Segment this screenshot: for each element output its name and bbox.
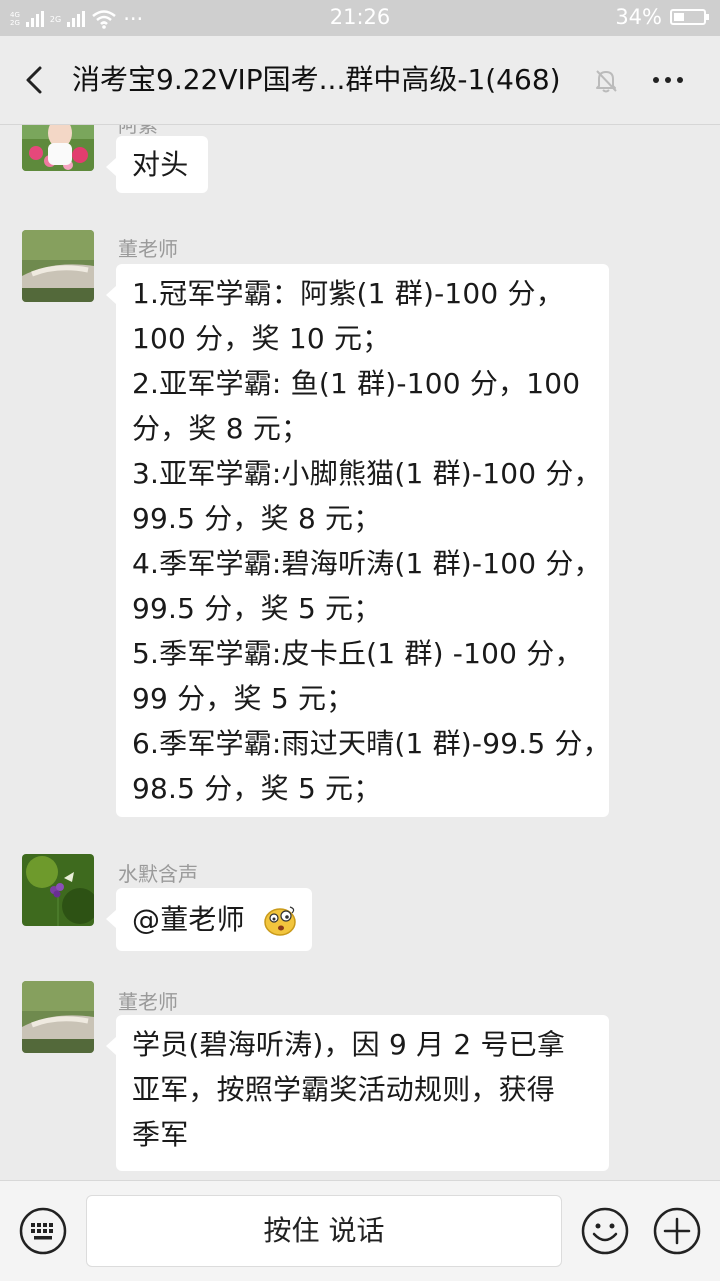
message-bubble[interactable]: @董老师 — [106, 888, 312, 951]
keyboard-icon[interactable] — [18, 1206, 68, 1256]
avatar-dong-laoshi[interactable] — [22, 981, 94, 1053]
message-line: 2.亚军学霸: 鱼(1 群)-100 分，100 — [132, 367, 581, 400]
sender-name: 水默含声 — [118, 862, 198, 886]
message-line: 分，奖 8 元； — [132, 412, 310, 445]
message-line: 季军 — [132, 1118, 189, 1151]
status-bar: 4G 2G 2G ··· 21:26 34% — [0, 0, 720, 36]
avatar-azi[interactable] — [22, 125, 94, 171]
chat-title: 消考宝9.22VIP国考...群中高级-1(468) — [72, 63, 561, 96]
message-line: 100 分，奖 10 元； — [132, 322, 391, 355]
battery-area: 34% — [615, 5, 709, 29]
dizzy-face-emoji-icon — [264, 906, 296, 936]
plus-icon[interactable] — [652, 1206, 702, 1256]
message-line: 3.亚军学霸:小脚熊猫(1 群)-100 分， — [132, 457, 602, 490]
message-line: 1.冠军学霸：阿紫(1 群)-100 分， — [132, 277, 564, 310]
sender-name: 董老师 — [118, 990, 178, 1014]
message-line: 99.5 分，奖 5 元； — [132, 592, 382, 625]
message-line: 98.5 分，奖 5 元； — [132, 772, 382, 805]
avatar-shuimo-hansheng[interactable] — [22, 854, 94, 926]
chat-header: 消考宝9.22VIP国考...群中高级-1(468) — [0, 36, 720, 125]
message-bubble[interactable]: 1.冠军学霸：阿紫(1 群)-100 分， 100 分，奖 10 元； 2.亚军… — [106, 264, 611, 817]
message-line: 4.季军学霸:碧海听涛(1 群)-100 分， — [132, 547, 602, 580]
message-bubble[interactable]: 对头 — [106, 136, 208, 193]
clock: 21:26 — [329, 5, 391, 29]
mute-bell-icon — [596, 70, 617, 93]
battery-icon — [670, 9, 709, 25]
back-arrow-icon[interactable] — [18, 62, 54, 98]
message-line: 5.季军学霸:皮卡丘(1 群) -100 分， — [132, 637, 583, 670]
message-line: 对头 — [132, 148, 189, 181]
avatar-dong-laoshi[interactable] — [22, 230, 94, 302]
message-line: 6.季军学霸:雨过天晴(1 群)-99.5 分， — [132, 727, 611, 760]
more-options-icon[interactable] — [646, 64, 690, 96]
mention-text: @董老师 — [132, 903, 245, 936]
message-line: @董老师 — [132, 897, 296, 942]
emoji-icon[interactable] — [580, 1206, 630, 1256]
battery-percent: 34% — [615, 5, 662, 29]
message-line: 亚军，按照学霸奖活动规则，获得 — [132, 1073, 556, 1106]
input-bar: 按住 说话 — [0, 1180, 720, 1281]
sender-name: 董老师 — [118, 237, 178, 261]
battery-fill — [674, 13, 684, 21]
chat-messages[interactable]: 阿紫 对头 董老师 1.冠军学霸：阿紫(1 群)-100 分， 100 分，奖 … — [0, 125, 720, 1180]
message-line: 99.5 分，奖 8 元； — [132, 502, 382, 535]
message-bubble[interactable]: 学员(碧海听涛)，因 9 月 2 号已拿 亚军，按照学霸奖活动规则，获得 季军 — [106, 1015, 609, 1171]
message-line: 99 分，奖 5 元； — [132, 682, 355, 715]
hold-to-talk-button[interactable]: 按住 说话 — [86, 1195, 562, 1267]
message-line: 学员(碧海听涛)，因 9 月 2 号已拿 — [132, 1028, 566, 1061]
